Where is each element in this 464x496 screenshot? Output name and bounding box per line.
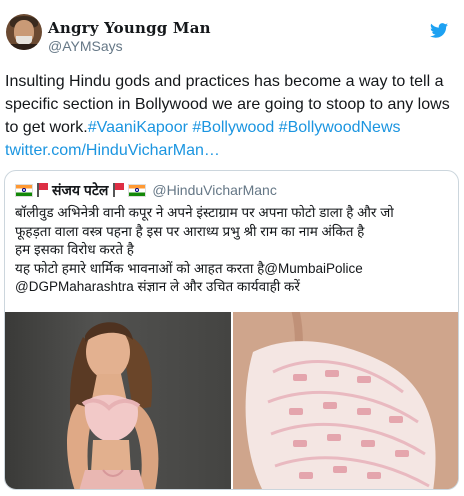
tweet-text: Insulting Hindu gods and practices has b… — [5, 70, 457, 162]
photo-figure — [67, 322, 159, 489]
user-handle[interactable]: @AYMSays — [48, 38, 123, 54]
quoted-text-line: बॉलीवुड अभिनेत्री वानी कपूर ने अपने इंस्… — [15, 205, 394, 220]
tweet-card: Angry Youngg Man @AYMSays Insulting Hind… — [0, 0, 464, 496]
display-name[interactable]: Angry Youngg Man — [48, 19, 211, 37]
quoted-tweet[interactable]: संजय पटेल @HinduVicharManc बॉलीवुड अभिने… — [4, 170, 459, 490]
hashtag-vaanikapoor[interactable]: #VaaniKapoor — [88, 119, 188, 136]
quoted-text-line: फूहड़ता वाला वस्त्र पहना है इस पर आराध्य… — [15, 223, 365, 239]
hashtag-bollywood[interactable]: #Bollywood — [192, 119, 274, 136]
quoted-tweet-header: संजय पटेल @HinduVicharManc — [15, 181, 277, 199]
quoted-display-name[interactable]: संजय पटेल — [52, 181, 108, 200]
quoted-tweet-text: बॉलीवुड अभिनेत्री वानी कपूर ने अपने इंस्… — [15, 204, 453, 297]
profile-avatar[interactable] — [6, 14, 42, 50]
quoted-text-line: यह फोटो हमारे धार्मिक भावनाओं को आहत करत… — [15, 260, 363, 276]
india-flag-icon — [128, 183, 147, 197]
twitter-bird-icon[interactable] — [430, 23, 448, 38]
red-flag-icon — [36, 183, 48, 197]
hashtag-bollywoodnews[interactable]: #BollywoodNews — [279, 119, 401, 136]
quoted-photo-1[interactable] — [5, 312, 231, 489]
quoted-photo-2[interactable] — [233, 312, 458, 489]
quoted-tweet-link[interactable]: twitter.com/HinduVicharMan… — [5, 142, 220, 159]
photo-fabric — [233, 312, 458, 489]
quoted-text-line: @DGPMaharashtra संज्ञान ले और उचित कार्य… — [15, 279, 300, 294]
india-flag-icon — [15, 183, 33, 197]
quoted-user-handle[interactable]: @HinduVicharManc — [152, 182, 276, 198]
quoted-text-line: हम इसका विरोध करते है — [15, 242, 134, 257]
red-flag-icon — [112, 183, 124, 197]
